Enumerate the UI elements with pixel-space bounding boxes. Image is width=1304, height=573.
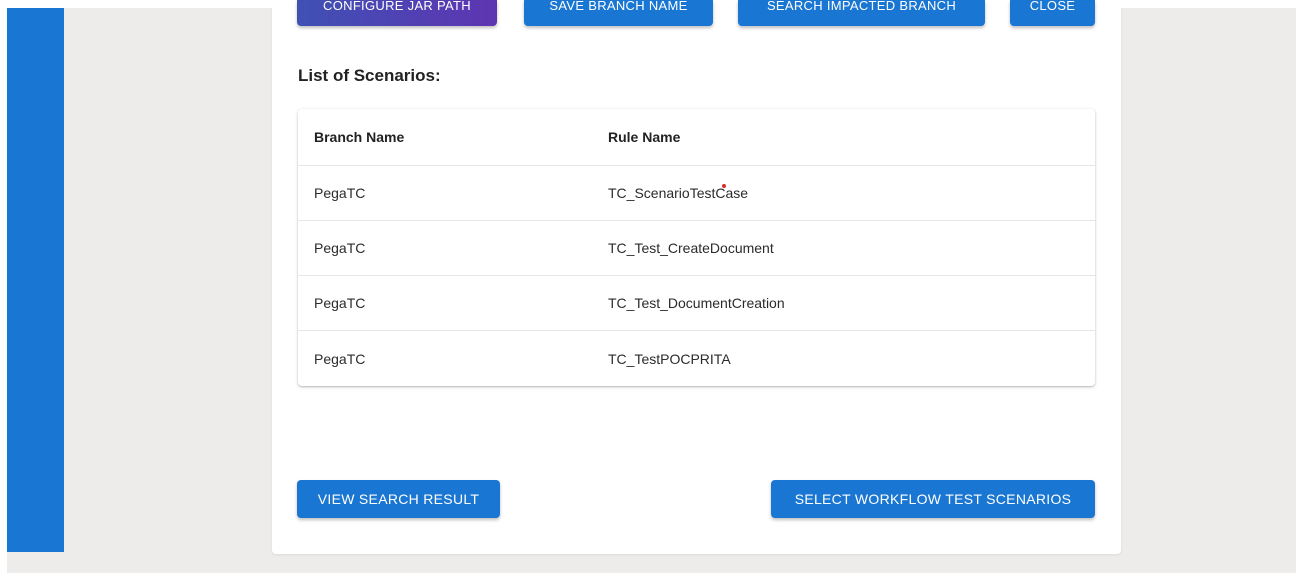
side-accent-bar — [7, 8, 64, 552]
table-row[interactable]: PegaTC TC_ScenarioTestCase — [298, 166, 1095, 221]
scenarios-table: Branch Name Rule Name PegaTC TC_Scenario… — [298, 109, 1095, 386]
branch-name-cell: PegaTC — [314, 185, 366, 201]
branch-name-cell: PegaTC — [314, 240, 366, 256]
branch-name-cell: PegaTC — [314, 350, 366, 367]
rule-name-cell: TC_TestPOCPRITA — [608, 350, 731, 367]
table-row[interactable]: PegaTC TC_Test_DocumentCreation — [298, 276, 1095, 331]
column-header-rule-name: Rule Name — [608, 129, 681, 145]
search-impacted-branch-button[interactable]: SEARCH IMPACTED BRANCH — [738, 0, 985, 26]
pointer-cursor-indicator — [722, 184, 726, 188]
rule-name-cell: TC_ScenarioTestCase — [608, 185, 749, 201]
column-header-branch-name: Branch Name — [314, 129, 405, 145]
close-button[interactable]: CLOSE — [1010, 0, 1095, 26]
branch-name-cell: PegaTC — [314, 295, 366, 311]
table-row[interactable]: PegaTC TC_Test_CreateDocument — [298, 221, 1095, 276]
rule-name-cell: TC_Test_CreateDocument — [608, 240, 774, 256]
table-header-row: Branch Name Rule Name — [298, 109, 1095, 166]
select-workflow-test-scenarios-button[interactable]: SELECT WORKFLOW TEST SCENARIOS — [771, 480, 1095, 518]
section-title: List of Scenarios: — [298, 66, 441, 85]
view-search-result-button[interactable]: VIEW SEARCH RESULT — [297, 480, 500, 518]
rule-name-cell: TC_Test_DocumentCreation — [608, 295, 785, 311]
configure-jar-path-button[interactable]: CONFIGURE JAR PATH — [297, 0, 497, 26]
save-branch-name-button[interactable]: SAVE BRANCH NAME — [524, 0, 713, 26]
table-row[interactable]: PegaTC TC_TestPOCPRITA — [298, 331, 1095, 386]
